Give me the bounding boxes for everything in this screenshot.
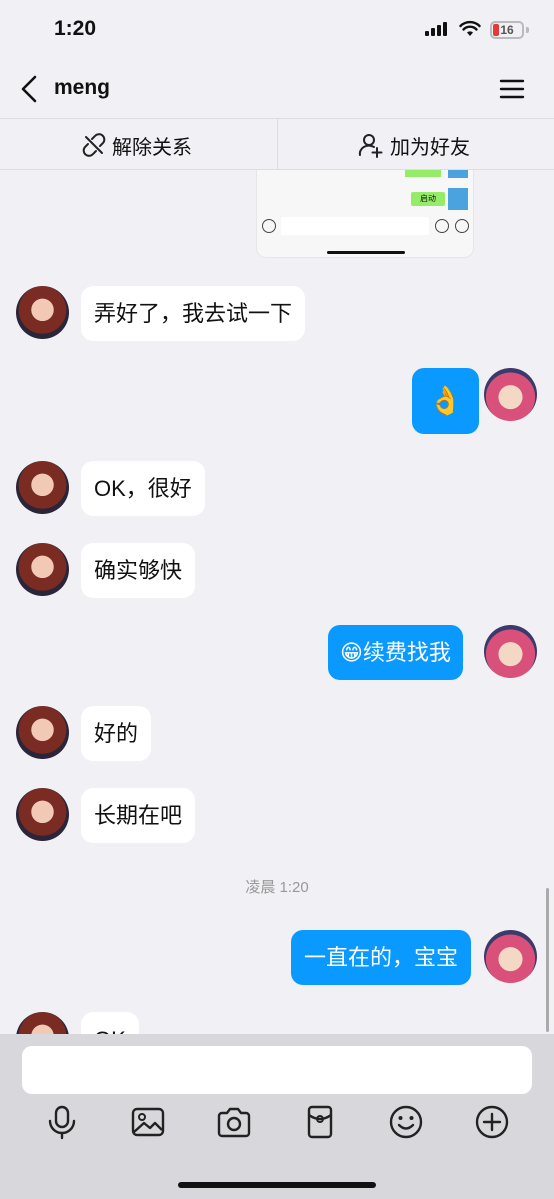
cellular-signal-icon [425, 22, 447, 36]
battery-level: 16 [500, 23, 514, 37]
my-avatar[interactable] [484, 625, 537, 678]
screenshot-emoji-icon [435, 219, 449, 233]
screenshot-voice-icon [262, 219, 276, 233]
mic-icon[interactable] [44, 1104, 80, 1140]
add-user-icon [358, 134, 383, 158]
add-friend-label: 加为好友 [390, 136, 470, 159]
battery-icon: 16 [490, 21, 524, 39]
contact-avatar[interactable] [16, 461, 69, 514]
chat-header: meng [0, 60, 554, 118]
input-panel [0, 1034, 554, 1199]
camera-icon[interactable] [216, 1104, 252, 1140]
status-bar: 1:20 16 [0, 0, 554, 60]
contact-avatar[interactable] [16, 788, 69, 841]
back-chevron-icon[interactable] [16, 74, 44, 104]
action-divider [277, 119, 278, 171]
contact-avatar[interactable] [16, 543, 69, 596]
unbind-label: 解除关系 [112, 136, 192, 159]
wifi-icon [459, 20, 481, 36]
status-time: 1:20 [54, 17, 97, 40]
message-input[interactable] [22, 1046, 532, 1094]
unbind-button[interactable]: 解除关系 [82, 119, 192, 171]
contact-avatar[interactable] [16, 706, 69, 759]
message-bubble[interactable]: OK，很好 [81, 461, 205, 516]
add-friend-button[interactable]: 加为好友 [358, 119, 470, 171]
message-bubble[interactable]: 弄好了，我去试一下 [81, 286, 306, 341]
message-bubble-self[interactable]: 👌 [412, 368, 479, 434]
plus-icon[interactable] [474, 1104, 510, 1140]
my-avatar[interactable] [484, 368, 537, 421]
message-bubble[interactable]: 好的 [81, 706, 152, 761]
image-icon[interactable] [130, 1104, 166, 1140]
message-timestamp: 凌晨 1:20 [245, 879, 309, 896]
my-avatar[interactable] [484, 930, 537, 983]
home-indicator [178, 1182, 376, 1188]
message-bubble[interactable]: 长期在吧 [81, 788, 196, 843]
menu-icon[interactable] [498, 76, 526, 102]
message-bubble-self[interactable]: 😁续费找我 [328, 625, 463, 680]
chat-title: meng [54, 76, 111, 99]
screenshot-start-label: 启动 [411, 192, 445, 206]
red-packet-icon[interactable] [302, 1104, 338, 1140]
emoji-icon[interactable] [388, 1104, 424, 1140]
shared-screenshot-image[interactable]: 启动 [256, 170, 474, 258]
screenshot-plus-icon [455, 219, 469, 233]
relationship-action-bar: 解除关系 加为好友 [0, 118, 554, 171]
message-bubble-self[interactable]: 一直在的，宝宝 [291, 930, 472, 985]
message-bubble[interactable]: 确实够快 [81, 543, 196, 598]
chat-scrollbar[interactable] [546, 888, 549, 1032]
contact-avatar[interactable] [16, 286, 69, 339]
unlink-icon [82, 133, 106, 157]
